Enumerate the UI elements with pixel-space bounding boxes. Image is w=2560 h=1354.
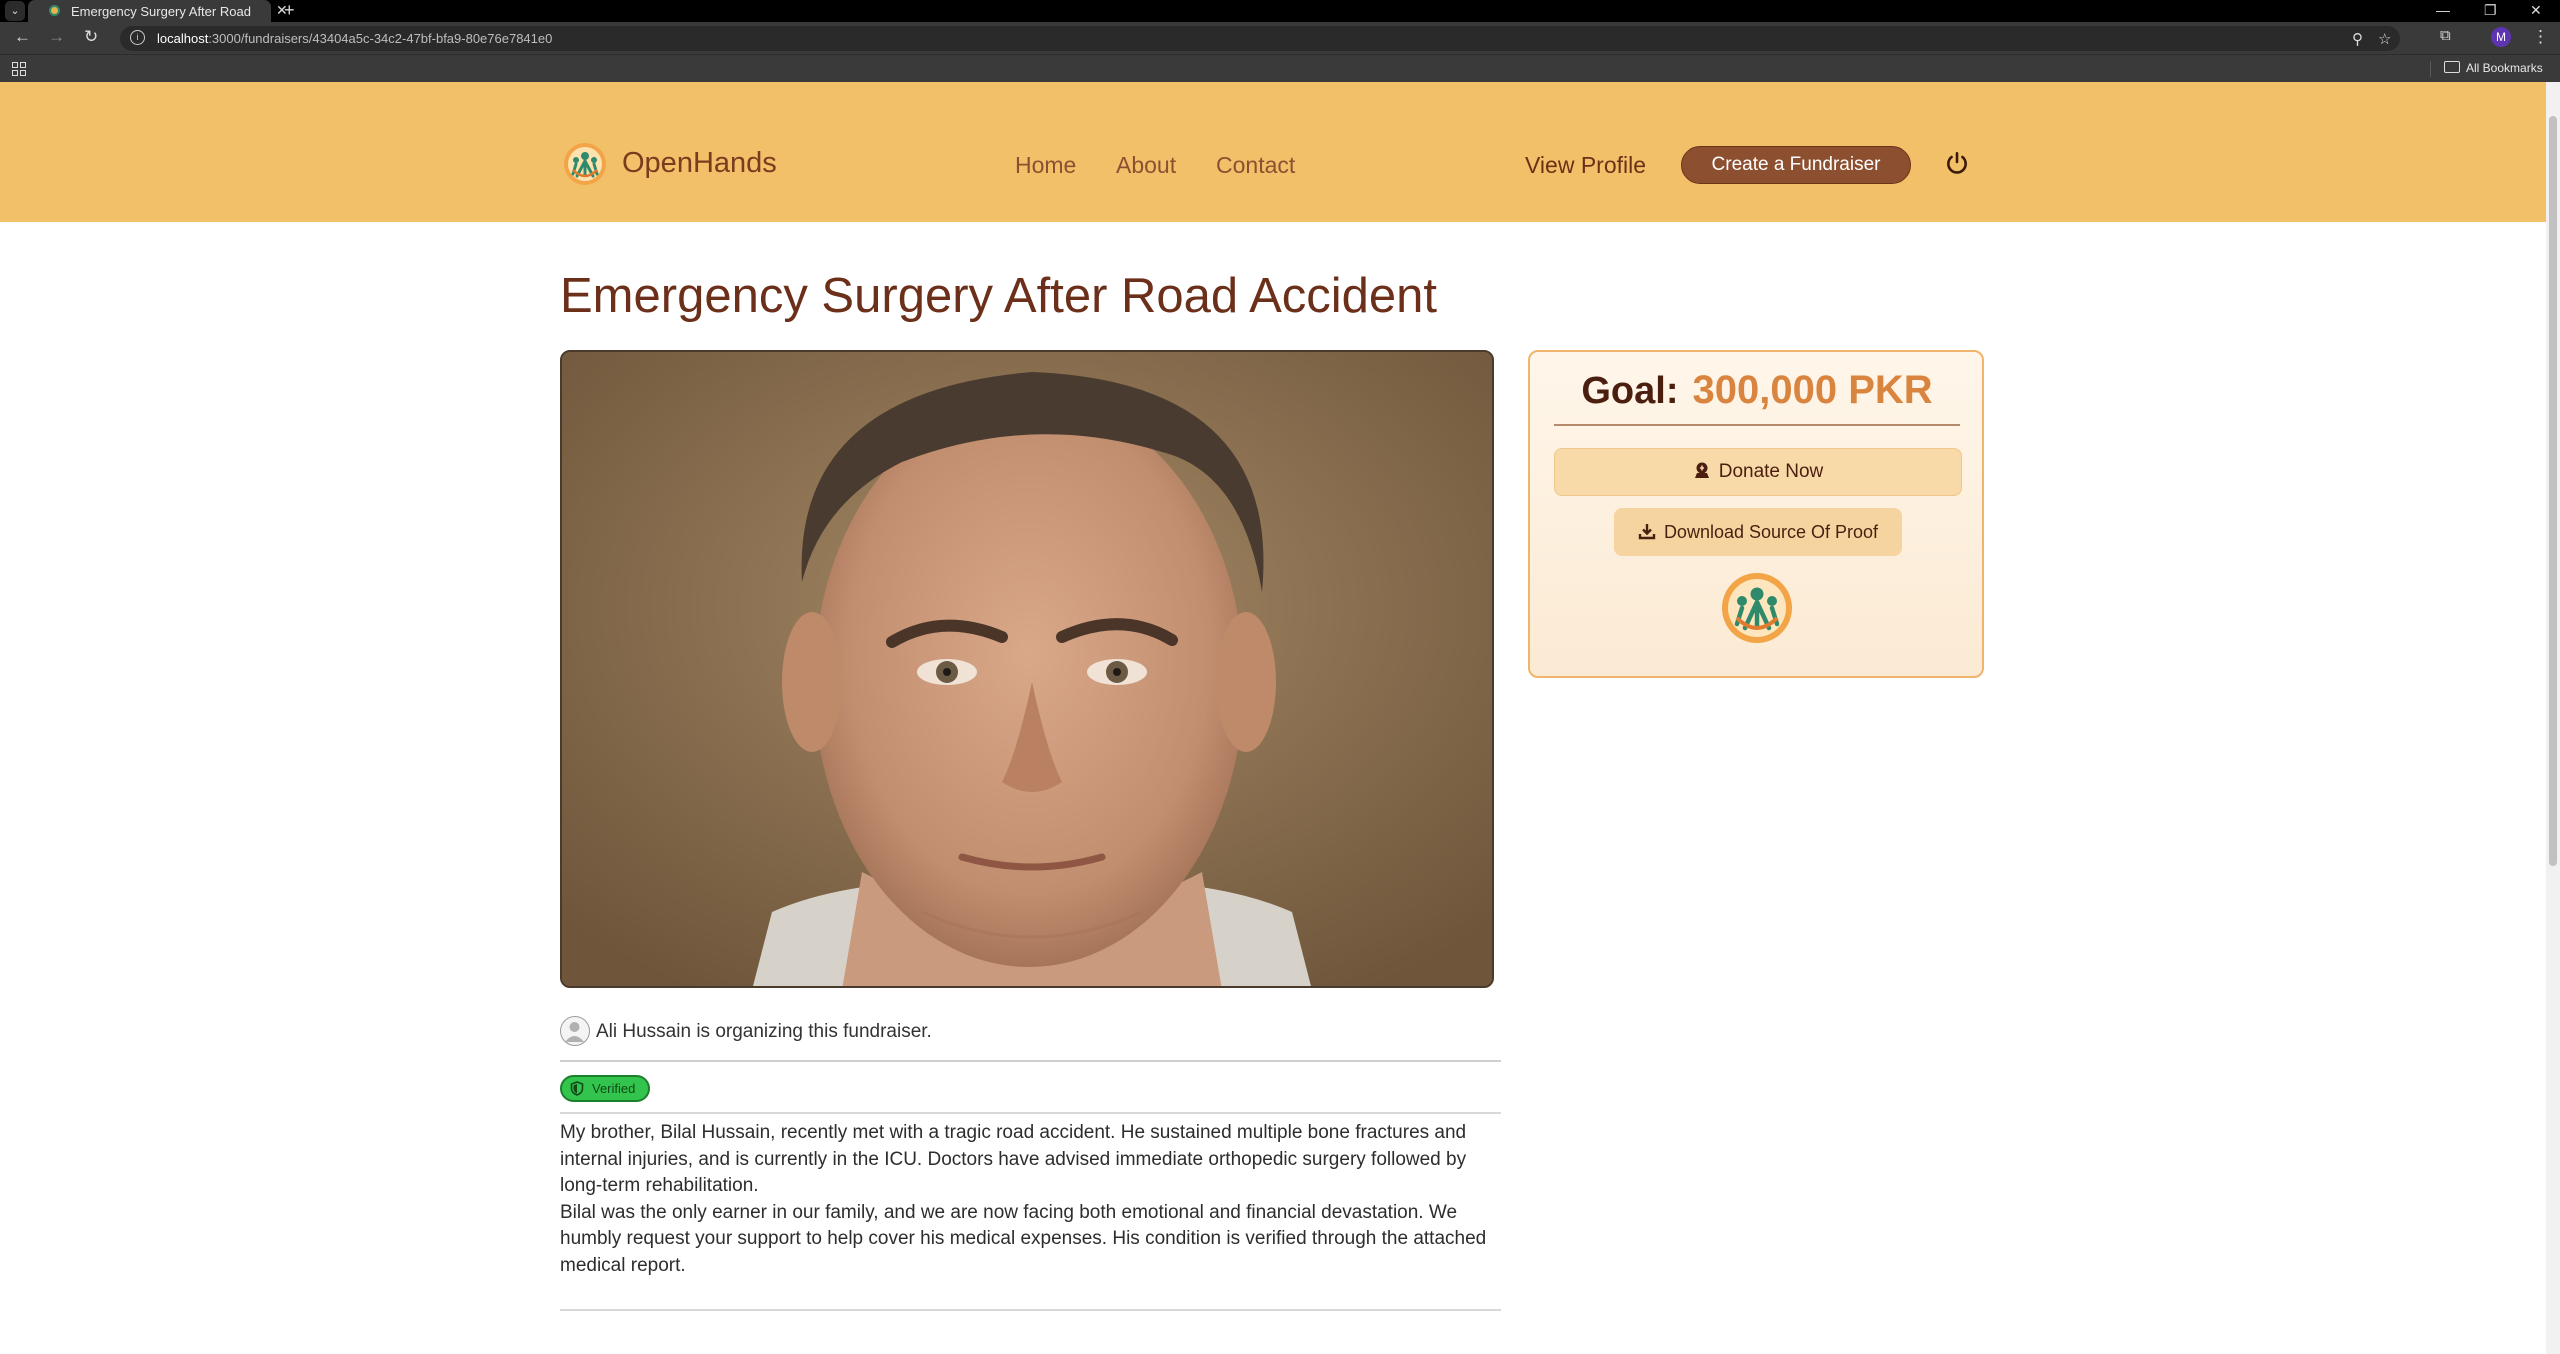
divider: [560, 1112, 1501, 1114]
new-tab-icon[interactable]: +: [284, 0, 295, 21]
openhands-logo: [1722, 573, 1792, 643]
nav-home[interactable]: Home: [1015, 152, 1076, 179]
create-fundraiser-button[interactable]: Create a Fundraiser: [1681, 146, 1911, 184]
power-icon[interactable]: [1944, 150, 1970, 176]
browser-toolbar: ← → ↻ i localhost:3000/fundraisers/43404…: [0, 22, 2560, 54]
portrait-photo: [562, 352, 1492, 986]
shield-icon: [570, 1081, 584, 1096]
page-scrollbar[interactable]: [2546, 82, 2560, 1354]
divider: [560, 1060, 1501, 1062]
fundraiser-story: My brother, Bilal Hussain, recently met …: [560, 1120, 1504, 1279]
nav-contact[interactable]: Contact: [1216, 152, 1295, 179]
donate-label: Donate Now: [1718, 461, 1824, 482]
all-bookmarks-button[interactable]: All Bookmarks: [2444, 61, 2543, 75]
forward-icon[interactable]: →: [48, 27, 65, 47]
nav-about[interactable]: About: [1116, 152, 1176, 179]
bookmarks-bar: All Bookmarks: [0, 54, 2560, 82]
verified-label: Verified: [592, 1081, 636, 1096]
download-proof-button[interactable]: Download Source Of Proof: [1614, 508, 1902, 556]
goal-label: Goal:: [1581, 370, 1679, 412]
site-info-icon[interactable]: i: [130, 30, 145, 45]
story-paragraph: My brother, Bilal Hussain, recently met …: [560, 1122, 1467, 1196]
scrollbar-thumb[interactable]: [2549, 116, 2557, 866]
verified-badge: Verified: [560, 1075, 650, 1102]
minimize-icon[interactable]: —: [2436, 2, 2450, 18]
divider: [560, 1309, 1501, 1311]
reload-icon[interactable]: ↻: [84, 27, 98, 47]
tab-search-icon[interactable]: ⌄: [5, 1, 25, 21]
apps-grid-icon[interactable]: [12, 62, 26, 76]
menu-kebab-icon[interactable]: ⋮: [2532, 27, 2549, 47]
restore-icon[interactable]: ❐: [2484, 2, 2497, 19]
back-icon[interactable]: ←: [14, 27, 31, 47]
openhands-logo[interactable]: [563, 142, 607, 186]
user-avatar-icon: [560, 1016, 590, 1046]
browser-tab[interactable]: Emergency Surgery After Road ✕: [28, 0, 288, 22]
fundraiser-title: Emergency Surgery After Road Accident: [560, 269, 1437, 323]
donate-icon: [1694, 462, 1709, 478]
browser-tab-strip: ⌄ Emergency Surgery After Road ✕ + — ❐ ✕: [0, 0, 2560, 22]
zoom-icon[interactable]: ⚲: [2352, 30, 2363, 48]
download-icon: [1638, 524, 1656, 540]
extensions-icon[interactable]: ⧉: [2440, 27, 2451, 44]
proof-label: Download Source Of Proof: [1663, 522, 1879, 542]
view-profile-link[interactable]: View Profile: [1525, 152, 1646, 179]
window-close-icon[interactable]: ✕: [2530, 2, 2542, 19]
story-paragraph: Bilal was the only earner in our family,…: [560, 1201, 1487, 1276]
bookmark-star-icon[interactable]: ☆: [2378, 30, 2391, 48]
url-text: localhost:3000/fundraisers/43404a5c-34c2…: [157, 31, 553, 46]
bookmarks-separator: [2430, 61, 2431, 77]
address-bar[interactable]: i localhost:3000/fundraisers/43404a5c-34…: [120, 26, 2400, 51]
brand-name[interactable]: OpenHands: [622, 147, 777, 180]
organizer-text: Ali Hussain is organizing this fundraise…: [596, 1021, 932, 1042]
site-header: OpenHands Home About Contact View Profil…: [0, 82, 2546, 222]
tab-title: Emergency Surgery After Road: [71, 4, 251, 19]
goal-line: Goal: 300,000 PKR: [1554, 368, 1960, 413]
tab-favicon-icon: [49, 5, 60, 16]
goal-amount: 300,000 PKR: [1692, 368, 1933, 412]
page-viewport: OpenHands Home About Contact View Profil…: [0, 82, 2546, 1354]
goal-divider: [1554, 424, 1960, 426]
folder-icon: [2444, 61, 2460, 73]
profile-avatar[interactable]: M: [2491, 27, 2511, 47]
fundraiser-image: [560, 350, 1494, 988]
goal-card: Goal: 300,000 PKR Donate Now Download Sou…: [1528, 350, 1984, 678]
donate-now-button[interactable]: Donate Now: [1554, 448, 1962, 496]
